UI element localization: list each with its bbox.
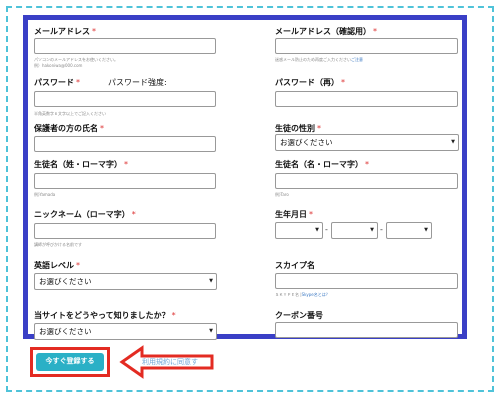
password-input[interactable]: [34, 91, 216, 107]
guardian-name-input[interactable]: [34, 136, 216, 152]
last-name-hint: 例)Yamada: [34, 192, 56, 197]
terms-agreement-link[interactable]: 利用規約に同意す: [142, 357, 198, 367]
submit-button[interactable]: 今すぐ登録する: [36, 353, 104, 371]
birth-year-select[interactable]: ▼: [275, 222, 323, 239]
skype-input[interactable]: [275, 273, 458, 289]
skype-hint: ＳＫＹＰＥ名 |Skype名とは？: [275, 292, 330, 297]
nickname-label: ニックネーム（ローマ字） *: [34, 210, 136, 219]
email-input[interactable]: [34, 38, 216, 54]
skype-help-link[interactable]: Skype名とは？: [302, 292, 330, 297]
email-confirm-hint: 迷惑メール防止のため再度ご入力くださいご注意: [275, 57, 363, 62]
first-name-input[interactable]: [275, 173, 458, 189]
registration-form: メールアドレス * パソコンのメールアドレスをお使いください。 例）hakoniw…: [23, 15, 467, 340]
first-name-label: 生徒名（名・ローマ字） *: [275, 160, 369, 169]
email-label: メールアドレス *: [34, 27, 96, 36]
password-label: パスワード * パスワード強度:: [34, 78, 167, 87]
last-name-input[interactable]: [34, 173, 216, 189]
password-confirm-label: パスワード（再） *: [275, 78, 345, 87]
password-strength-label: パスワード強度:: [108, 78, 167, 87]
source-select[interactable]: お選びください ▼: [34, 323, 217, 340]
english-level-label: 英語レベル *: [34, 261, 80, 270]
password-hint: 半角英数字６文字以上でご記入ください: [34, 111, 106, 116]
student-gender-label: 生徒の性別 *: [275, 124, 321, 133]
email-example: 例）hakoniwa@000.com: [34, 63, 83, 68]
chevron-down-icon: ▼: [315, 227, 319, 233]
chevron-down-icon: ▼: [370, 227, 374, 233]
caution-link[interactable]: ご注意: [351, 57, 363, 62]
last-name-label: 生徒名（姓・ローマ字） *: [34, 160, 128, 169]
student-gender-select[interactable]: お選びください ▼: [275, 134, 459, 151]
first-name-hint: 例)Taro: [275, 192, 289, 197]
english-level-select[interactable]: お選びください ▼: [34, 273, 217, 290]
nickname-hint: 講師が呼びかける名前です: [34, 242, 82, 247]
chevron-down-icon: ▼: [209, 278, 213, 284]
password-confirm-input[interactable]: [275, 91, 458, 107]
chevron-down-icon: ▼: [424, 227, 428, 233]
skype-label: スカイプ名: [275, 261, 315, 270]
chevron-down-icon: ▼: [451, 139, 455, 145]
nickname-input[interactable]: [34, 223, 216, 239]
birthday-label: 生年月日 *: [275, 210, 313, 219]
submit-highlight-box: 今すぐ登録する: [30, 347, 110, 377]
email-confirm-label: メールアドレス（確認用） *: [275, 27, 377, 36]
date-separator: -: [380, 225, 383, 234]
coupon-input[interactable]: [275, 322, 458, 338]
coupon-label: クーポン番号: [275, 311, 323, 320]
chevron-down-icon: ▼: [209, 328, 213, 334]
birth-day-select[interactable]: ▼: [386, 222, 432, 239]
date-separator: -: [325, 225, 328, 234]
birth-month-select[interactable]: ▼: [331, 222, 378, 239]
guardian-name-label: 保護者の方の氏名 *: [34, 124, 104, 133]
source-label: 当サイトをどうやって知りましたか？ *: [34, 311, 176, 320]
email-confirm-input[interactable]: [275, 38, 458, 54]
